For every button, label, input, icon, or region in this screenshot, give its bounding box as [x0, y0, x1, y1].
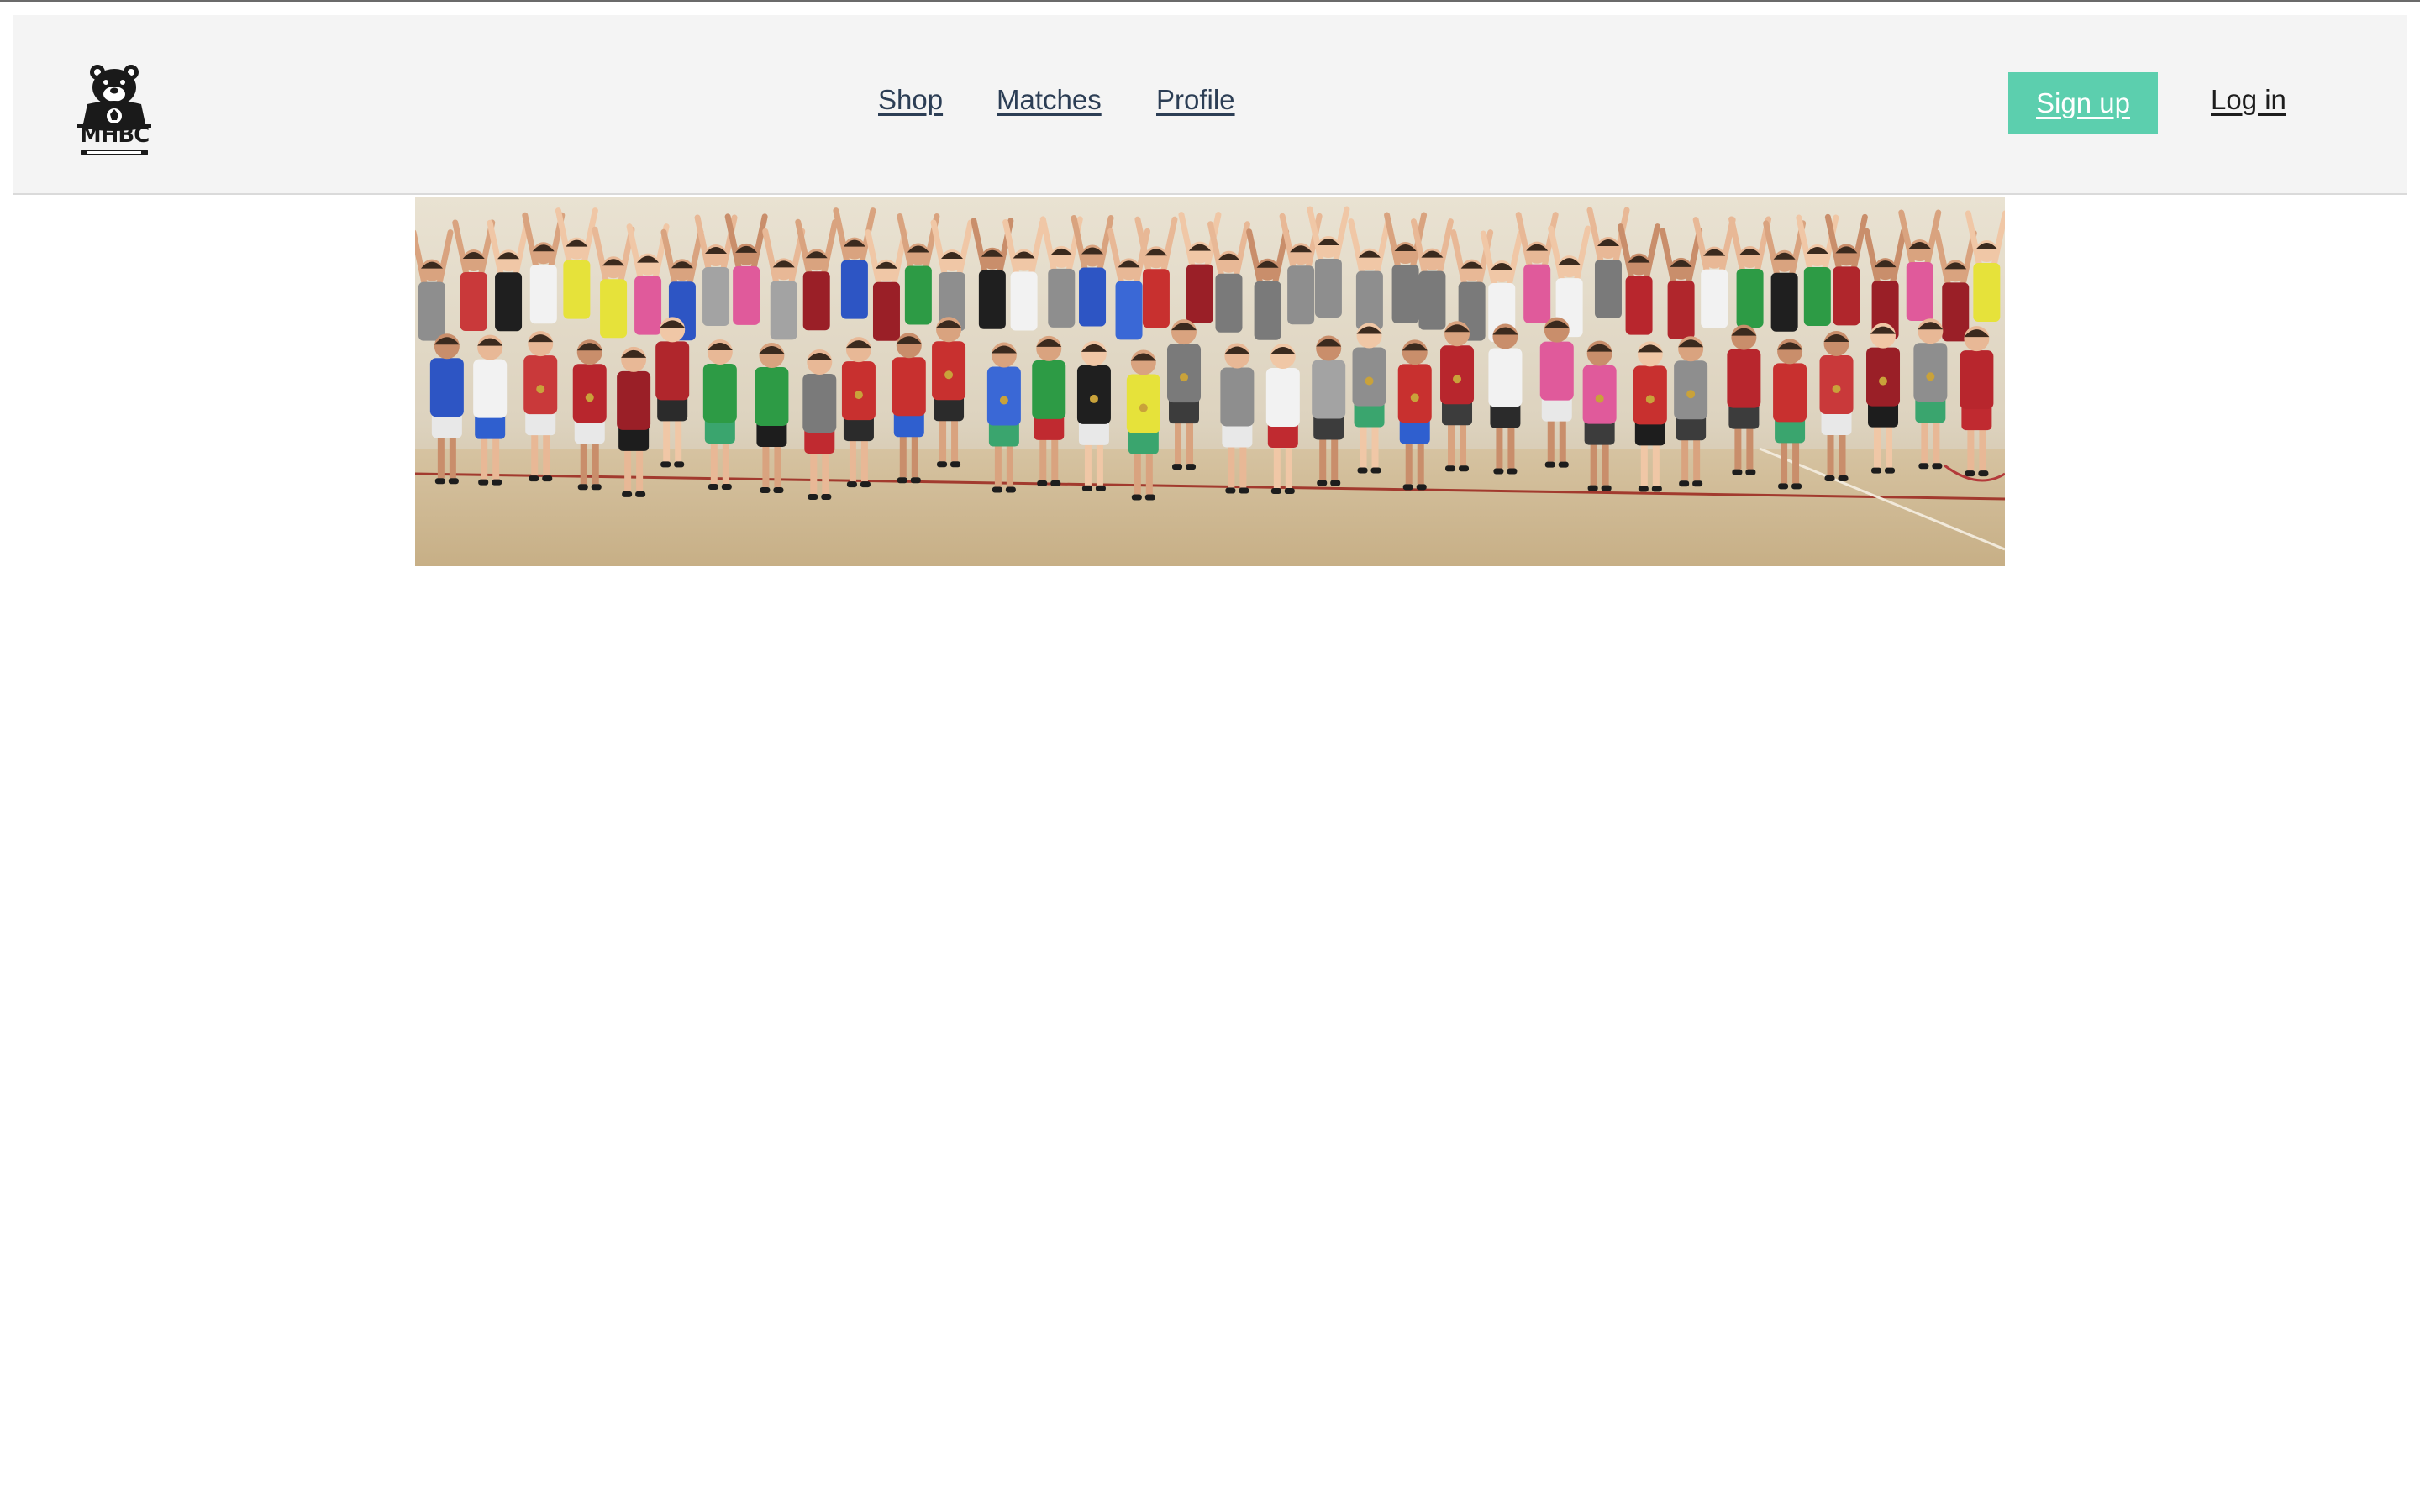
club-logo[interactable]: MHBC	[72, 62, 156, 160]
log-in-link[interactable]: Log in	[2211, 84, 2286, 116]
nav-link-shop[interactable]: Shop	[878, 84, 943, 116]
hero-team-photo	[415, 197, 2005, 566]
nav-link-profile[interactable]: Profile	[1156, 84, 1235, 116]
logo-text: MHBC	[79, 123, 150, 148]
top-border-line	[0, 0, 2420, 2]
team-photo-image	[415, 197, 2005, 566]
top-navbar: MHBC Shop Matches Profile Sign up Log in	[13, 15, 2407, 195]
sign-up-button[interactable]: Sign up	[2008, 72, 2158, 134]
nav-link-matches[interactable]: Matches	[997, 84, 1102, 116]
